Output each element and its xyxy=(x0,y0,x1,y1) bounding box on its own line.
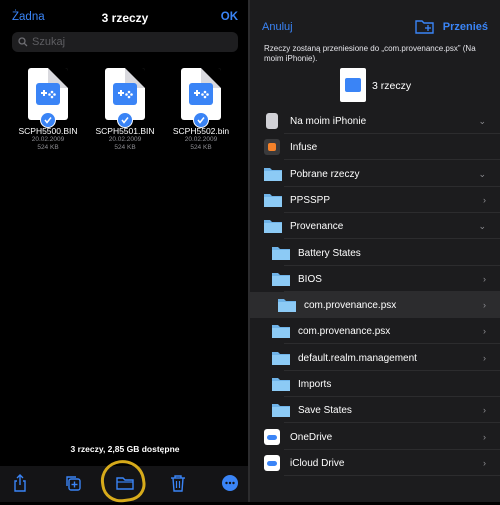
chevron-right-icon[interactable]: › xyxy=(483,274,486,284)
search-icon xyxy=(18,37,28,47)
location-label: OneDrive xyxy=(290,431,333,443)
chevron-right-icon[interactable]: › xyxy=(483,458,486,468)
location-row[interactable]: com.provenance.psx › xyxy=(250,318,500,345)
location-label: com.provenance.psx xyxy=(304,300,397,312)
chevron-down-icon[interactable]: ⌄ xyxy=(478,221,486,232)
location-label: iCloud Drive xyxy=(290,457,345,469)
trash-icon[interactable] xyxy=(170,474,186,492)
file-date: 20.02.2009 xyxy=(184,136,218,143)
location-label: Na moim iPhonie xyxy=(290,116,367,127)
location-label: PPSSPP xyxy=(290,194,331,206)
location-row[interactable]: PPSSPP › xyxy=(250,187,500,213)
location-row[interactable]: Save States › xyxy=(250,397,500,424)
file-item[interactable]: SCPH5500.BIN 20.02.2009 524 KB xyxy=(10,68,86,152)
location-row[interactable]: default.realm.management › xyxy=(250,345,500,371)
move-button[interactable]: Przenieś xyxy=(443,21,488,33)
chevron-down-icon[interactable]: ⌄ xyxy=(478,116,486,127)
checkmark-icon xyxy=(117,112,133,128)
file-size: 524 KB xyxy=(190,144,212,151)
infuse-app-icon xyxy=(264,139,280,156)
location-label: BIOS xyxy=(298,273,322,285)
checkmark-icon xyxy=(193,112,209,128)
chevron-right-icon[interactable]: › xyxy=(483,300,486,310)
file-size: 524 KB xyxy=(37,144,59,151)
location-row[interactable]: BIOS › xyxy=(250,266,500,292)
file-browser-pane: Żadna 3 rzeczy OK Szukaj SCPH5500.BIN 20… xyxy=(0,0,250,505)
new-folder-icon[interactable] xyxy=(415,18,435,34)
location-row[interactable]: com.provenance.psx › xyxy=(250,292,500,319)
chevron-down-icon[interactable]: ⌄ xyxy=(478,169,486,180)
file-item[interactable]: SCPH5502.bin 20.02.2009 524 KB xyxy=(163,68,239,152)
selection-title: 3 rzeczy xyxy=(101,11,149,25)
location-row[interactable]: Na moim iPhonie ⌄ xyxy=(250,108,500,134)
location-label: Battery States xyxy=(298,247,361,259)
location-row[interactable]: Infuse xyxy=(250,134,500,161)
file-date: 20.02.2009 xyxy=(31,136,65,143)
storage-status: 3 rzeczy, 2,85 GB dostępne xyxy=(70,444,180,454)
duplicate-icon[interactable] xyxy=(64,474,82,492)
location-label: default.realm.management xyxy=(298,352,417,364)
folder-icon xyxy=(272,325,290,339)
gamepad-file-icon xyxy=(340,68,366,102)
ok-button[interactable]: OK xyxy=(221,11,238,23)
location-row[interactable]: Provenance ⌄ xyxy=(250,213,500,240)
search-placeholder: Szukaj xyxy=(32,36,66,48)
search-input[interactable]: Szukaj xyxy=(12,32,238,52)
location-label: com.provenance.psx xyxy=(298,326,391,338)
chevron-right-icon[interactable]: › xyxy=(483,405,486,415)
cloud-drive-icon xyxy=(264,454,280,471)
location-label: Save States xyxy=(298,405,352,417)
downloads-folder-icon xyxy=(264,167,282,181)
file-date: 20.02.2009 xyxy=(108,136,142,143)
chevron-right-icon[interactable]: › xyxy=(483,326,486,336)
cancel-button[interactable]: Anuluj xyxy=(262,21,293,33)
checkmark-icon xyxy=(40,112,56,128)
location-label: Pobrane rzeczy xyxy=(290,168,360,180)
location-row[interactable]: Battery States xyxy=(250,240,500,266)
file-size: 524 KB xyxy=(114,144,136,151)
folder-icon xyxy=(272,272,290,286)
location-row[interactable]: OneDrive › xyxy=(250,424,500,450)
app-folder-icon xyxy=(264,220,282,234)
folder-icon xyxy=(278,299,296,313)
location-row[interactable]: Imports xyxy=(250,371,500,397)
location-row[interactable]: Pobrane rzeczy ⌄ xyxy=(250,161,500,187)
iphone-icon xyxy=(266,113,278,129)
items-count: 3 rzeczy xyxy=(372,80,412,92)
folder-icon xyxy=(272,378,290,391)
chevron-right-icon[interactable]: › xyxy=(483,353,486,363)
folder-icon xyxy=(272,404,290,418)
app-folder-icon xyxy=(264,193,282,207)
location-label: Imports xyxy=(298,379,332,390)
location-row[interactable]: iCloud Drive › xyxy=(250,450,500,476)
chevron-right-icon[interactable]: › xyxy=(483,432,486,442)
cloud-drive-icon xyxy=(264,428,280,445)
file-item[interactable]: SCPH5501.BIN 20.02.2009 524 KB xyxy=(87,68,163,152)
share-icon[interactable] xyxy=(12,474,28,492)
chevron-right-icon[interactable]: › xyxy=(483,195,486,205)
left-nav-bar: Żadna 3 rzeczy OK xyxy=(0,0,250,32)
folder-icon xyxy=(272,246,290,260)
row-separator xyxy=(284,474,500,476)
move-destination-message: Rzeczy zostaną przeniesione do „com.prov… xyxy=(264,44,476,63)
more-icon[interactable] xyxy=(222,475,238,491)
location-label: Provenance xyxy=(290,221,344,233)
location-label: Infuse xyxy=(290,142,318,154)
folder-icon xyxy=(272,351,290,365)
